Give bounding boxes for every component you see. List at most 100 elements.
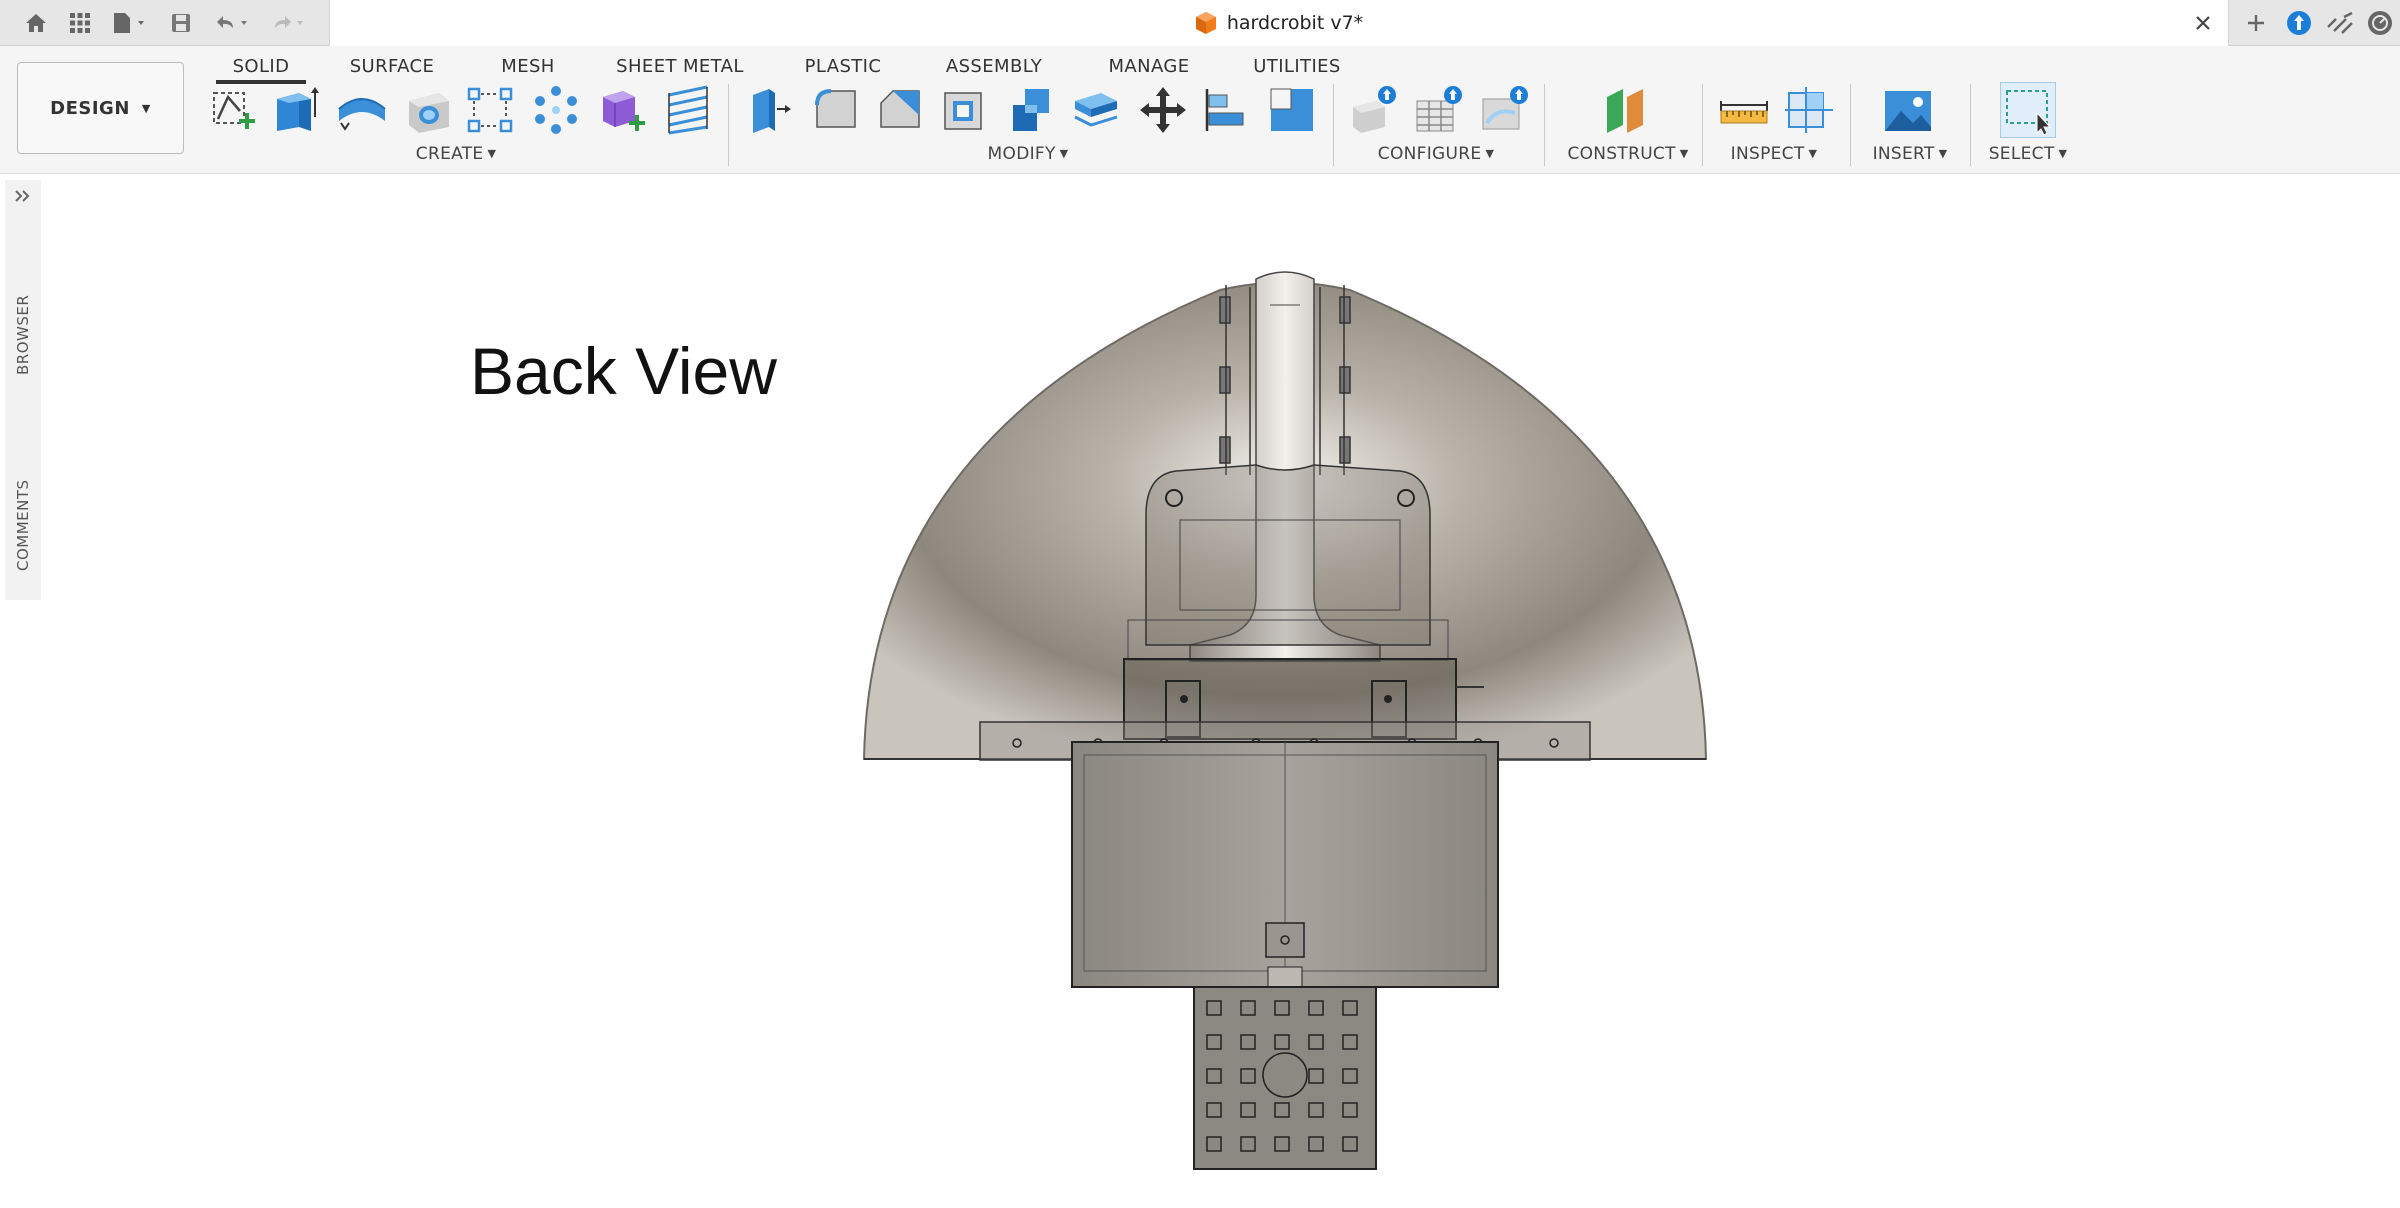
window-select-button[interactable]	[2000, 82, 2056, 138]
configure-group-label: CONFIGURE	[1377, 144, 1482, 164]
home-icon[interactable]	[18, 6, 54, 40]
revolve-icon	[338, 98, 386, 131]
window-select-icon	[2006, 90, 2052, 136]
configure-rule-icon	[1353, 86, 1396, 133]
measure-ruler-icon	[1720, 101, 1768, 124]
ribbon-toolbar: DESIGN ▼ SOLID SURFACE MESH SHEET METAL …	[0, 46, 2400, 174]
measure-button[interactable]	[1716, 82, 1772, 138]
insert-group-menu[interactable]: INSERT ▼	[1842, 142, 1978, 166]
extrude-button[interactable]	[268, 82, 324, 138]
modify-group-menu[interactable]: MODIFY ▼	[960, 142, 1096, 166]
rectangular-pattern-button[interactable]	[462, 82, 518, 138]
chevron-down-icon: ▼	[487, 147, 497, 160]
chevron-down-icon: ▼	[2058, 147, 2068, 160]
extrude-icon	[277, 87, 319, 131]
inspect-group-menu[interactable]: INSPECT ▼	[1706, 142, 1842, 166]
shoulder-frame	[1145, 464, 1431, 646]
chamfer-icon	[880, 90, 920, 128]
configure-table-button[interactable]	[1412, 82, 1468, 138]
align-icon	[1205, 89, 1244, 131]
save-icon[interactable]	[163, 6, 199, 40]
move-copy-button[interactable]	[1135, 82, 1191, 138]
toolbar-divider	[1544, 84, 1545, 166]
insert-group-label: INSERT	[1872, 144, 1935, 164]
chevron-down-icon: ▼	[1679, 147, 1689, 160]
revolve-button[interactable]	[334, 82, 390, 138]
tab-sheet-metal[interactable]: SHEET METAL	[612, 50, 748, 84]
shell-button[interactable]	[938, 82, 994, 138]
fillet-button[interactable]	[808, 82, 864, 138]
combine-button[interactable]	[1004, 82, 1060, 138]
tab-mesh[interactable]: MESH	[494, 50, 562, 84]
fillet-icon	[815, 89, 856, 128]
select-group-menu[interactable]: SELECT ▼	[1960, 142, 2096, 166]
tab-plastic[interactable]: PLASTIC	[800, 50, 886, 84]
data-panel-grid-icon[interactable]	[62, 6, 98, 40]
modify-group-label: MODIFY	[987, 144, 1056, 164]
construct-group-menu[interactable]: CONSTRUCT ▼	[1560, 142, 1696, 166]
toolbar-divider	[1702, 84, 1703, 166]
configure-group-menu[interactable]: CONFIGURE ▼	[1368, 142, 1504, 166]
tab-manage[interactable]: MANAGE	[1106, 50, 1192, 84]
viewport-canvas[interactable]: Back View	[0, 175, 2400, 1208]
section-analysis-icon	[1785, 87, 1833, 133]
press-pull-icon	[753, 89, 791, 133]
file-menu-icon[interactable]	[106, 6, 154, 40]
chamfer-button[interactable]	[872, 82, 928, 138]
rectangular-pattern-icon	[467, 87, 513, 133]
chevron-down-icon: ▼	[1059, 147, 1069, 160]
inspect-group-label: INSPECT	[1730, 144, 1805, 164]
circular-pattern-icon	[535, 86, 577, 134]
hole-button[interactable]	[400, 82, 456, 138]
chevron-down-icon: ▼	[1485, 147, 1495, 160]
tab-solid[interactable]: SOLID	[216, 50, 306, 84]
redo-icon[interactable]	[264, 6, 312, 40]
create-form-button[interactable]	[594, 82, 650, 138]
combine-icon	[1013, 89, 1049, 131]
press-pull-button[interactable]	[742, 82, 798, 138]
chevron-down-icon: ▼	[1808, 147, 1818, 160]
physical-material-button[interactable]	[1264, 82, 1320, 138]
document-title: hardcrobit v7*	[1226, 12, 1364, 34]
form-icon	[603, 91, 645, 131]
tab-assembly[interactable]: ASSEMBLY	[942, 50, 1046, 84]
tab-utilities[interactable]: UTILITIES	[1250, 50, 1344, 84]
configure-table-icon	[1416, 86, 1462, 132]
toolbar-divider	[728, 84, 729, 166]
title-bar: hardcrobit v7*	[0, 0, 2400, 46]
hole-icon	[409, 93, 449, 133]
image-icon	[1885, 91, 1931, 131]
workspace-label: DESIGN	[50, 97, 130, 119]
interference-button[interactable]	[1782, 82, 1838, 138]
configure-theme-icon	[1482, 86, 1528, 130]
chevron-down-icon: ▼	[1938, 147, 1948, 160]
coil-icon	[668, 85, 708, 135]
create-sketch-button[interactable]	[205, 82, 261, 138]
configure-theme-button[interactable]	[1478, 82, 1534, 138]
coil-button[interactable]	[660, 82, 716, 138]
job-status-icon[interactable]	[2322, 6, 2358, 40]
circular-pattern-button[interactable]	[528, 82, 584, 138]
undo-icon[interactable]	[208, 6, 256, 40]
upgrade-icon[interactable]	[2281, 6, 2317, 40]
align-button[interactable]	[1198, 82, 1254, 138]
offset-plane-button[interactable]	[1598, 82, 1654, 138]
document-file-icon	[1195, 12, 1216, 34]
new-tab-plus-icon[interactable]	[2238, 6, 2274, 40]
sketch-icon	[213, 92, 255, 129]
physical-material-icon	[1270, 88, 1313, 131]
select-group-label: SELECT	[1988, 144, 2055, 164]
configure-rule-button[interactable]	[1346, 82, 1402, 138]
close-tab-icon[interactable]	[2188, 8, 2218, 38]
offset-face-button[interactable]	[1068, 82, 1124, 138]
robot-model-back-view[interactable]	[0, 175, 2400, 1208]
insert-canvas-button[interactable]	[1880, 82, 1936, 138]
workspace-switcher-button[interactable]: DESIGN ▼	[17, 62, 184, 154]
offset-face-icon	[1074, 93, 1118, 127]
help-icon[interactable]	[2362, 6, 2398, 40]
chevron-down-icon: ▼	[141, 101, 151, 115]
construct-group-label: CONSTRUCT	[1567, 144, 1676, 164]
tab-surface[interactable]: SURFACE	[340, 50, 444, 84]
create-group-menu[interactable]: CREATE ▼	[388, 142, 524, 166]
document-tab[interactable]: hardcrobit v7*	[329, 0, 2229, 46]
